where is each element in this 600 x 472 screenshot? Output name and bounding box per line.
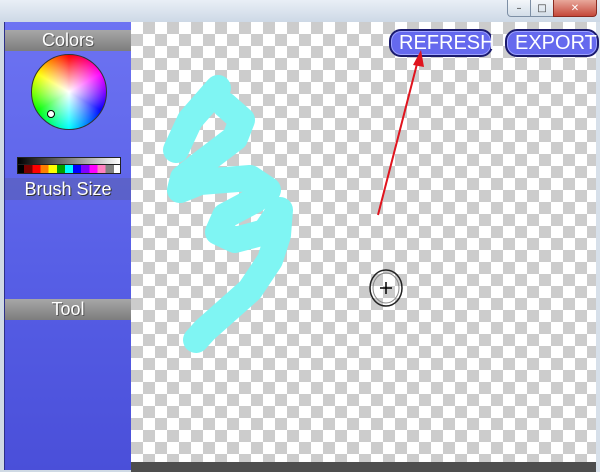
- maximize-button[interactable]: □: [530, 0, 554, 17]
- color-wheel[interactable]: [31, 54, 107, 130]
- color-picker-marker-icon[interactable]: [47, 110, 55, 118]
- color-palette[interactable]: [17, 164, 121, 174]
- refresh-button[interactable]: REFRESH: [389, 29, 495, 57]
- canvas-bottom-border: [131, 462, 600, 472]
- close-button[interactable]: ✕: [553, 0, 597, 17]
- window-frame-edge: [596, 22, 600, 472]
- export-button[interactable]: EXPORT: [505, 29, 599, 57]
- colors-header: Colors: [5, 30, 131, 51]
- tool-sidebar: Colors Brush Size Tool: [4, 22, 131, 470]
- brush-size-label: Brush Size: [5, 178, 131, 200]
- minimize-icon: –: [516, 2, 522, 14]
- app-window: – □ ✕ Colors Brush Size Tool REFRESH EXP…: [0, 0, 600, 472]
- maximize-icon: □: [537, 2, 547, 14]
- close-icon: ✕: [570, 2, 580, 14]
- minimize-button[interactable]: –: [507, 0, 531, 17]
- title-bar: – □ ✕: [0, 0, 600, 22]
- drawing-canvas[interactable]: [131, 22, 600, 462]
- tool-header: Tool: [5, 299, 131, 320]
